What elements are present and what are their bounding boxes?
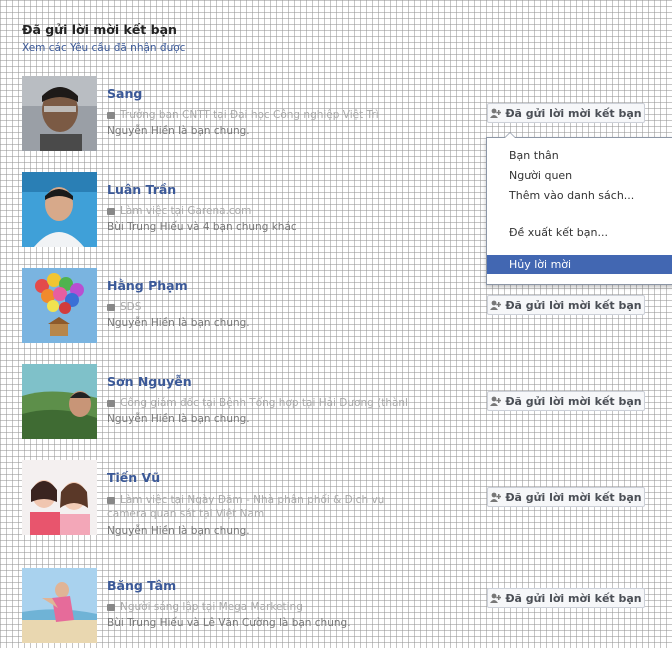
briefcase-icon: [107, 208, 115, 215]
menu-item-add-to-list[interactable]: Thêm vào danh sách...: [487, 186, 672, 205]
friend-work: SDS: [107, 301, 407, 313]
briefcase-icon: [107, 400, 115, 407]
profile-photo[interactable]: [22, 568, 97, 643]
friend-work: Người sáng lập tại Mega Marketing: [107, 601, 407, 613]
profile-photo[interactable]: [22, 460, 97, 535]
friend-name[interactable]: Sơn Nguyễn: [107, 374, 192, 389]
friend-work: Công giám đốc tại Bệnh Tổng hợp tại Hải …: [107, 397, 407, 409]
mutual-friends[interactable]: Bùi Trung Hiếu và Lê Văn Cường là bạn ch…: [107, 617, 351, 629]
view-received-requests-link[interactable]: Xem các Yêu cầu đã nhận được: [22, 42, 185, 54]
friend-name[interactable]: Luân Trần: [107, 182, 176, 197]
add-friend-icon: [490, 297, 502, 310]
friend-name[interactable]: Băng Tâm: [107, 578, 176, 593]
friend-request-sent-button[interactable]: Đã gửi lời mời kết bạn: [487, 487, 645, 507]
friend-options-menu: Bạn thân Người quen Thêm vào danh sách..…: [486, 132, 672, 285]
mutual-friends[interactable]: Nguyễn Hiền là bạn chung.: [107, 317, 250, 329]
menu-item-close-friends[interactable]: Bạn thân: [487, 146, 672, 165]
friend-request-sent-button[interactable]: Đã gửi lời mời kết bạn: [487, 391, 645, 411]
briefcase-icon: [107, 112, 115, 119]
friend-request-sent-button[interactable]: Đã gửi lời mời kết bạn: [487, 588, 645, 608]
friend-name[interactable]: Sang: [107, 86, 142, 101]
briefcase-icon: [107, 604, 115, 611]
mutual-friends[interactable]: Nguyễn Hiền là bạn chung.: [107, 413, 250, 425]
add-friend-icon: [490, 590, 502, 603]
friend-request-item: Tiến Vũ Làm việc tại Ngày Đăm - Nhà phân…: [22, 460, 662, 540]
add-friend-icon: [490, 489, 502, 502]
friend-work: Làm việc tại Garena.com: [107, 205, 407, 217]
profile-photo[interactable]: [22, 268, 97, 343]
graduation-cap-icon: [107, 304, 115, 311]
menu-item-suggest-friends[interactable]: Đề xuất kết bạn...: [487, 223, 672, 242]
friend-work: Làm việc tại Ngày Đăm - Nhà phân phối & …: [107, 494, 385, 520]
menu-item-acquaintances[interactable]: Người quen: [487, 166, 672, 185]
profile-photo[interactable]: [22, 364, 97, 439]
mutual-friends[interactable]: Nguyễn Hiền là bạn chung.: [107, 125, 250, 137]
mutual-friends[interactable]: Nguyễn Hiền là bạn chung.: [107, 525, 250, 537]
briefcase-icon: [107, 497, 115, 504]
friend-name[interactable]: Hằng Phạm: [107, 278, 188, 293]
add-friend-icon: [490, 105, 502, 118]
page-title: Đã gửi lời mời kết bạn: [22, 22, 177, 37]
friend-name[interactable]: Tiến Vũ: [107, 470, 160, 485]
profile-photo[interactable]: [22, 172, 97, 247]
mutual-friends[interactable]: Bùi Trung Hiếu và 4 bạn chung khác: [107, 221, 297, 233]
friend-request-item: Sơn Nguyễn Công giám đốc tại Bệnh Tổng h…: [22, 364, 662, 444]
profile-photo[interactable]: [22, 76, 97, 151]
friend-request-item: Băng Tâm Người sáng lập tại Mega Marketi…: [22, 568, 662, 648]
friend-request-sent-button[interactable]: Đã gửi lời mời kết bạn: [487, 295, 645, 315]
friend-work: Trưởng ban CNTT tại Đại học Công nghiệp …: [107, 109, 407, 121]
friend-request-sent-button[interactable]: Đã gửi lời mời kết bạn: [487, 103, 645, 123]
add-friend-icon: [490, 393, 502, 406]
menu-item-cancel-request[interactable]: Hủy lời mời: [487, 255, 672, 274]
